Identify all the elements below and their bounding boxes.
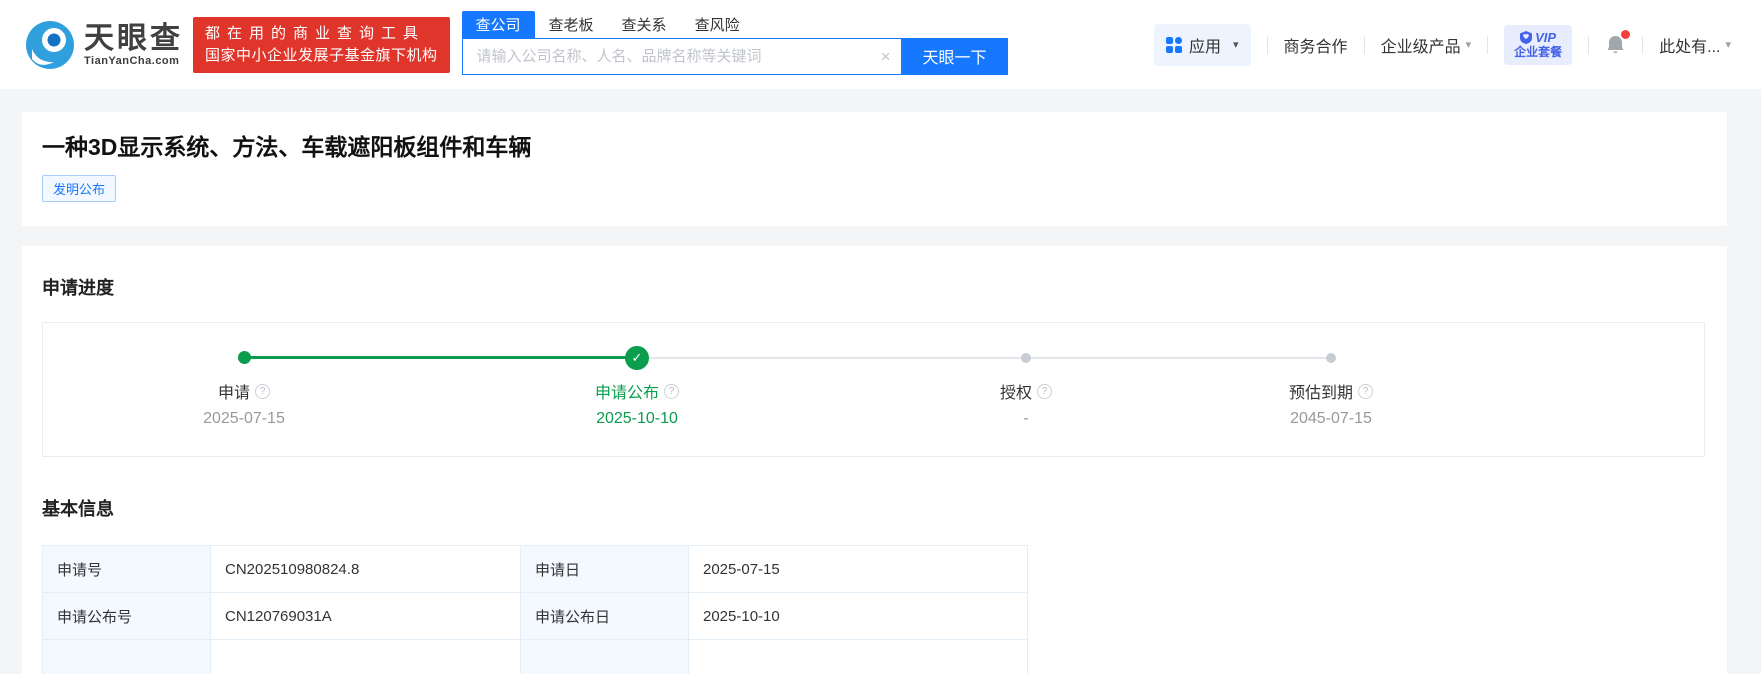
- tab-company[interactable]: 查公司: [462, 11, 535, 38]
- slogan-line2: 国家中小企业发展子基金旗下机构: [205, 45, 438, 67]
- help-icon[interactable]: ?: [1037, 384, 1052, 399]
- divider: [1487, 36, 1488, 54]
- step-date: -: [916, 410, 1136, 428]
- vip-package-label: 企业套餐: [1514, 45, 1562, 60]
- basic-info-section-title: 基本信息: [42, 495, 1707, 521]
- step-label: 预估到期: [1289, 379, 1353, 403]
- timeline-segment-done: [244, 356, 637, 359]
- nav-right-menu: 应用 ▾ 商务合作 企业级产品 ▾ VIP 企业套餐: [1154, 24, 1731, 66]
- cell-label: 申请公布日: [521, 593, 689, 640]
- progress-step-expiry: 预估到期 ? 2045-07-15: [1221, 379, 1441, 428]
- tab-boss[interactable]: 查老板: [549, 11, 594, 38]
- cell-value: [211, 640, 521, 674]
- help-icon[interactable]: ?: [255, 384, 270, 399]
- tab-risk[interactable]: 查风险: [695, 11, 740, 38]
- timeline-segment-pending: [1026, 357, 1331, 359]
- patent-status-badge: 发明公布: [42, 175, 116, 202]
- cell-label: [521, 640, 689, 674]
- timeline-node-application: [238, 351, 251, 364]
- slogan-line1: 都在用的商业查询工具: [205, 23, 438, 45]
- table-row: 申请公布号 CN120769031A 申请公布日 2025-10-10: [43, 593, 1028, 640]
- chevron-down-icon: ▾: [1233, 38, 1239, 51]
- username: 此处有...: [1659, 33, 1720, 57]
- user-account-menu[interactable]: 此处有... ▾: [1659, 33, 1731, 57]
- search-button[interactable]: 天眼一下: [902, 38, 1008, 75]
- vip-package-button[interactable]: VIP 企业套餐: [1504, 25, 1572, 65]
- divider: [1588, 36, 1589, 54]
- clear-icon[interactable]: ×: [881, 47, 891, 67]
- notification-dot: [1621, 30, 1630, 39]
- cell-value: 2025-07-15: [689, 546, 1028, 593]
- apps-menu[interactable]: 应用 ▾: [1154, 24, 1251, 66]
- divider: [1267, 36, 1268, 54]
- timeline-node-grant: [1021, 353, 1031, 363]
- patent-header-card: 一种3D显示系统、方法、车载遮阳板组件和车辆 发明公布: [22, 112, 1727, 226]
- patent-detail-card: 申请进度 ✓ 申请 ? 2025-07-15 申请公布 ?: [22, 246, 1727, 674]
- logo-subtitle: TianYanCha.com: [84, 55, 179, 67]
- enterprise-products-menu[interactable]: 企业级产品 ▾: [1381, 33, 1472, 57]
- tianyancha-logo[interactable]: 天眼查 TianYanCha.com: [24, 19, 183, 71]
- step-date: 2045-07-15: [1221, 410, 1441, 428]
- cell-label: 申请号: [43, 546, 211, 593]
- patent-title: 一种3D显示系统、方法、车载遮阳板组件和车辆: [42, 132, 1707, 162]
- step-label: 申请公布: [595, 379, 659, 403]
- cell-value: [689, 640, 1028, 674]
- step-date: 2025-10-10: [527, 410, 747, 428]
- step-date: 2025-07-15: [134, 410, 354, 428]
- table-row: 申请号 CN202510980824.8 申请日 2025-07-15: [43, 546, 1028, 593]
- step-label: 授权: [1000, 379, 1032, 403]
- help-icon[interactable]: ?: [1358, 384, 1373, 399]
- chevron-down-icon: ▾: [1725, 38, 1731, 51]
- business-cooperation-link[interactable]: 商务合作: [1284, 33, 1348, 57]
- chevron-down-icon: ▾: [1466, 38, 1472, 51]
- top-navbar: 天眼查 TianYanCha.com 都在用的商业查询工具 国家中小企业发展子基…: [0, 0, 1761, 89]
- progress-section-title: 申请进度: [42, 274, 1707, 300]
- search-input[interactable]: [463, 39, 901, 74]
- logo-title: 天眼查: [84, 23, 183, 55]
- vip-label: VIP: [1535, 30, 1556, 45]
- divider: [1364, 36, 1365, 54]
- cell-value: CN120769031A: [211, 593, 521, 640]
- cell-label: 申请日: [521, 546, 689, 593]
- divider: [1642, 36, 1643, 54]
- page-content: 一种3D显示系统、方法、车载遮阳板组件和车辆 发明公布 申请进度 ✓ 申请 ? …: [0, 89, 1761, 674]
- timeline-node-expiry: [1326, 353, 1336, 363]
- timeline-segment-pending: [637, 357, 1026, 359]
- cell-label: [43, 640, 211, 674]
- help-icon[interactable]: ?: [664, 384, 679, 399]
- search-tabs: 查公司 查老板 查关系 查风险: [462, 15, 1008, 38]
- cell-label: 申请公布号: [43, 593, 211, 640]
- tab-relation[interactable]: 查关系: [622, 11, 667, 38]
- brand-slogan-badge: 都在用的商业查询工具 国家中小企业发展子基金旗下机构: [193, 17, 450, 73]
- progress-step-grant: 授权 ? -: [916, 379, 1136, 428]
- timeline-check-icon: ✓: [625, 346, 649, 370]
- cell-value: CN202510980824.8: [211, 546, 521, 593]
- basic-info-table: 申请号 CN202510980824.8 申请日 2025-07-15 申请公布…: [42, 545, 1028, 674]
- apps-grid-icon: [1166, 37, 1182, 53]
- search-box: ×: [462, 38, 902, 75]
- search-area: 查公司 查老板 查关系 查风险 × 天眼一下: [462, 15, 1008, 75]
- tianyancha-eye-icon: [24, 19, 76, 71]
- apps-label: 应用: [1189, 33, 1221, 57]
- application-progress-timeline: ✓ 申请 ? 2025-07-15 申请公布 ? 2025-10-10: [42, 322, 1705, 457]
- step-label: 申请: [218, 379, 250, 403]
- progress-step-application: 申请 ? 2025-07-15: [134, 379, 354, 428]
- notification-bell[interactable]: [1605, 34, 1626, 56]
- progress-step-publication: 申请公布 ? 2025-10-10: [527, 379, 747, 428]
- vip-shield-icon: [1520, 31, 1532, 44]
- table-row-partial: [43, 640, 1028, 674]
- cell-value: 2025-10-10: [689, 593, 1028, 640]
